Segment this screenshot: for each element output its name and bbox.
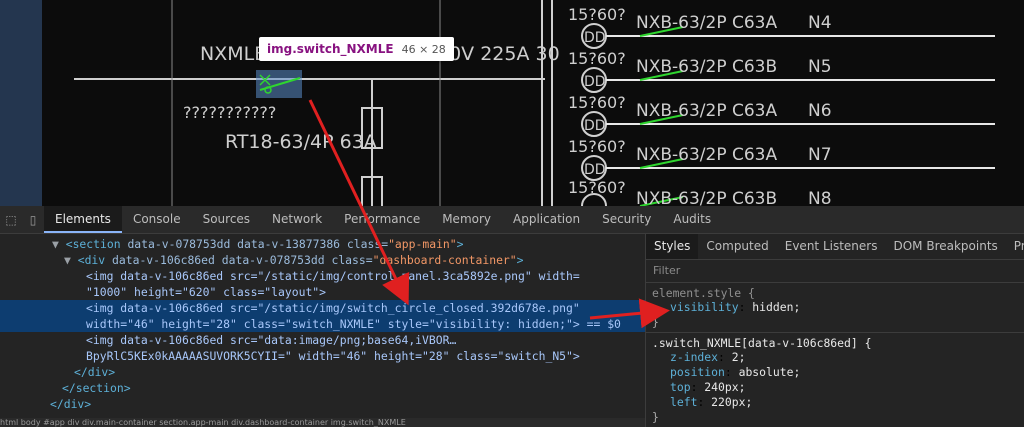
devtools-panel: ⬚ ▯ Elements Console Sources Network Per… — [0, 206, 1024, 427]
dd-label: DD — [584, 74, 606, 90]
tab-audits[interactable]: Audits — [662, 206, 722, 233]
dom-close-div[interactable]: </div> — [0, 364, 645, 380]
device-toolbar-icon[interactable]: ▯ — [22, 206, 44, 233]
dom-node-section[interactable]: ▼ <section data-v-078753dd data-v-138773… — [0, 236, 645, 252]
main-label-left: NXMLE — [200, 43, 266, 65]
dom-close-div-outer[interactable]: </div> — [0, 396, 645, 412]
tab-computed[interactable]: Computed — [698, 234, 776, 259]
circuit-row: 15?60? DD NXB-63/2P C63A N4 — [568, 5, 995, 49]
tab-application[interactable]: Application — [502, 206, 591, 233]
tab-elements[interactable]: Elements — [44, 206, 122, 233]
tooltip-element-name: img.switch_NXMLE — [267, 42, 394, 56]
breaker-label: RT18-63/4P 63A — [225, 131, 377, 153]
tab-memory[interactable]: Memory — [431, 206, 502, 233]
tooltip-element-size: 46 × 28 — [401, 42, 446, 56]
circuit-row: 15?60? DD NXB-63/2P C63A N7 — [568, 137, 995, 181]
inspect-element-icon[interactable]: ⬚ — [0, 206, 22, 233]
tab-sources[interactable]: Sources — [192, 206, 261, 233]
dd-label: DD — [584, 118, 606, 134]
devtools-tabbar: ⬚ ▯ Elements Console Sources Network Per… — [0, 206, 1024, 234]
elements-tree: ▼ <section data-v-078753dd data-v-138773… — [0, 234, 645, 427]
expand-triangle-icon[interactable]: ▼ — [0, 237, 59, 251]
dom-node-img-switch-nxmle-cont[interactable]: width="46" height="28" class="switch_NXM… — [0, 316, 645, 332]
left-sidebar-strip — [0, 0, 42, 206]
dom-node-img-switch-nxmle[interactable]: <img data-v-106c86ed src="/static/img/sw… — [0, 300, 645, 316]
switch-icon — [259, 74, 301, 94]
dd-label: DD — [584, 162, 606, 178]
css-declaration[interactable]: visibility: hidden; — [652, 300, 1018, 315]
css-declaration[interactable]: top: 240px; — [652, 380, 1018, 395]
inspected-switch-image[interactable] — [256, 70, 302, 98]
circuit-name: N5 — [808, 57, 832, 77]
circuit-model: NXB-63/2P C63A — [636, 145, 777, 165]
dom-node-img-switch-n5-cont[interactable]: BpyRlC5KEx0kAAAAASUVORK5CYII=" width="46… — [0, 348, 645, 364]
circuit-model: NXB-63/2P C63A — [636, 13, 777, 33]
inspect-tooltip: img.switch_NXMLE 46 × 28 — [259, 37, 454, 61]
circuit-name: N8 — [808, 189, 832, 206]
circuit-spec: 15?60? — [568, 5, 626, 24]
circuit-row: 15?60? NXB-63/2P C63B N8 — [568, 178, 832, 206]
main-label-right: 20V 225A 30 — [437, 43, 560, 65]
circuit-spec: 15?60? — [568, 93, 626, 112]
tab-properties[interactable]: Properties — [1006, 234, 1024, 259]
circuit-name: N6 — [808, 101, 832, 121]
circuit-model: NXB-63/2P C63B — [636, 57, 777, 77]
circuit-row: 15?60? DD NXB-63/2P C63B N5 — [568, 49, 995, 93]
circuit-model: NXB-63/2P C63B — [636, 189, 777, 206]
css-declaration[interactable]: z-index: 2; — [652, 350, 1018, 365]
dom-node-img-layout[interactable]: <img data-v-106c86ed src="/static/img/co… — [0, 268, 645, 284]
breadcrumb[interactable]: html body #app div div.main-container se… — [0, 418, 645, 427]
circuit-spec: 15?60? — [568, 137, 626, 156]
styles-tabbar: Styles Computed Event Listeners DOM Brea… — [646, 234, 1024, 260]
circuit-name: N4 — [808, 13, 832, 33]
styles-pane: Styles Computed Event Listeners DOM Brea… — [645, 234, 1024, 427]
tab-event-listeners[interactable]: Event Listeners — [777, 234, 886, 259]
electrical-diagram: NXMLE 20V 225A 30 ??????????? RT18-63/4P… — [74, 0, 995, 206]
question-label: ??????????? — [183, 103, 276, 122]
tab-security[interactable]: Security — [591, 206, 662, 233]
dom-close-section[interactable]: </section> — [0, 380, 645, 396]
dom-node-dashboard[interactable]: ▼ <div data-v-106c86ed data-v-078753dd c… — [0, 252, 645, 268]
tab-network[interactable]: Network — [261, 206, 333, 233]
dd-label: DD — [584, 30, 606, 46]
tab-console[interactable]: Console — [122, 206, 192, 233]
circuit-model: NXB-63/2P C63A — [636, 101, 777, 121]
tab-performance[interactable]: Performance — [333, 206, 431, 233]
element-style-rule: element.style { visibility: hidden; } — [646, 283, 1024, 333]
dom-node-img-layout-cont[interactable]: "1000" height="620" class="layout"> — [0, 284, 645, 300]
tab-styles[interactable]: Styles — [646, 234, 699, 259]
expand-triangle-icon[interactable]: ▼ — [0, 253, 71, 267]
circuit-name: N7 — [808, 145, 832, 165]
page-viewport: NXMLE 20V 225A 30 ??????????? RT18-63/4P… — [0, 0, 1024, 206]
rule-selector: .switch_NXMLE[data-v-106c86ed] { — [652, 336, 872, 350]
css-declaration[interactable]: position: absolute; — [652, 365, 1018, 380]
styles-filter-input[interactable]: Filter — [646, 260, 1024, 283]
circuit-spec: 15?60? — [568, 49, 626, 68]
tab-dom-breakpoints[interactable]: DOM Breakpoints — [885, 234, 1005, 259]
css-declaration[interactable]: left: 220px; — [652, 395, 1018, 410]
dom-node-img-switch-n5[interactable]: <img data-v-106c86ed src="data:image/png… — [0, 332, 645, 348]
switch-nxmle-rule: .switch_NXMLE[data-v-106c86ed] { z-index… — [646, 333, 1024, 427]
rule-selector: element.style { — [652, 286, 755, 300]
circuit-row: 15?60? DD NXB-63/2P C63A N6 — [568, 93, 995, 137]
